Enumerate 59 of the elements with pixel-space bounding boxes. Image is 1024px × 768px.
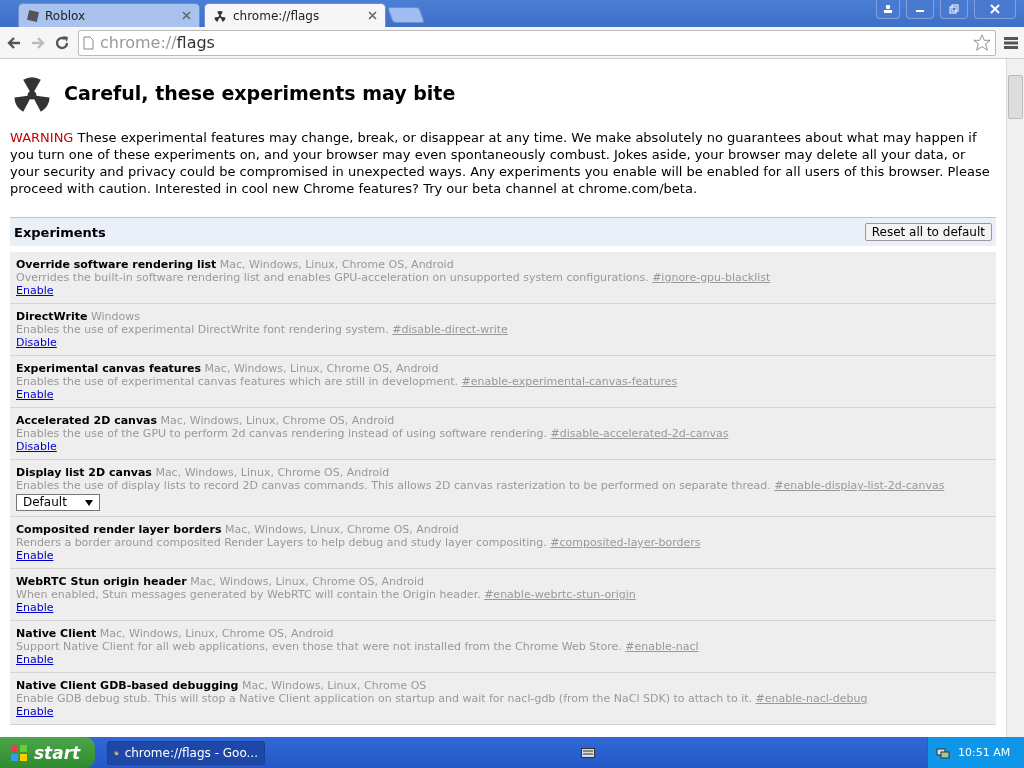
restore-icon xyxy=(949,4,959,14)
toggle-link[interactable]: Enable xyxy=(16,549,54,562)
experiment-description: Enable GDB debug stub. This will stop a Native Client application on startup and wait for nacl-gdb (from the NaCl SDK) to attach to it. #enable-nacl-debug xyxy=(16,692,869,705)
experiment-title: Native Client Mac, Windows, Linux, Chrome OS, Android xyxy=(16,627,335,640)
reload-icon[interactable] xyxy=(54,34,70,51)
experiment-description: Renders a border around composited Render Layers to help debug and study layer compositing. #composited-layer-borders xyxy=(16,536,702,549)
toggle-link[interactable]: Enable xyxy=(16,388,54,401)
experiment-description: Enables the use of experimental DirectWrite font rendering system. #disable-direct-write xyxy=(16,323,509,336)
windows-logo-icon xyxy=(10,743,28,762)
warning-text: WARNING These experimental features may change, break, or disappear at any time. We make absolutely no guarantees about what may happen if you turn one of these experiments on, and your browser may even spontaneously combust. Jokes aside, your browser may delete all your data, or your security and privacy could be compromised in unexpected ways. Any experiments you enable will be enabled for all users of this browser. Please proceed with caution. Interested in cool new Chrome features? Try our beta channel at chrome.com/beta. xyxy=(10,129,991,197)
profile-button[interactable] xyxy=(876,0,900,19)
browser-tab[interactable]: chrome://flags xyxy=(204,3,386,27)
taskbar-task[interactable]: chrome://flags - Goo... xyxy=(107,740,265,765)
minimize-button[interactable] xyxy=(906,0,934,19)
restore-button[interactable] xyxy=(940,0,968,19)
experiment-description: When enabled, Stun messages generated by WebRTC will contain the Origin header. #enable-webrtc-stun-origin xyxy=(16,588,637,601)
experiment-description: Overrides the built-in software rendering list and enables GPU-acceleration on unsupported system configurations. #ignore-gpu-blacklist xyxy=(16,271,772,284)
option-select[interactable]: Default xyxy=(16,494,100,511)
experiment-description: Enables the use of display lists to record 2D canvas commands. This allows 2D canvas rasterization to be performed on separate thread. #enable-display-list-2d-canvas xyxy=(16,479,946,492)
reset-button[interactable]: Reset all to default xyxy=(864,223,992,241)
experiment-title: DirectWrite Windows xyxy=(16,310,142,323)
roblox-icon xyxy=(27,9,39,22)
address-bar[interactable]: chrome://flags xyxy=(78,29,996,56)
toggle-link[interactable]: Disable xyxy=(16,440,57,453)
clock: 10:51 AM xyxy=(958,746,1011,759)
page-title: Careful, these experiments may bite xyxy=(64,82,456,104)
experiment-description: Support Native Client for all web applications, even those that were not installed from the Chrome Web Store. #enable-nacl xyxy=(16,640,700,653)
star-icon[interactable] xyxy=(973,33,991,52)
menu-icon[interactable] xyxy=(1004,35,1018,50)
start-button[interactable]: start xyxy=(0,737,95,768)
close-icon[interactable] xyxy=(368,11,377,20)
experiment-description: Enables the use of experimental canvas features which are still in development. #enable-experimental-canvas-features xyxy=(16,375,679,388)
network-icon[interactable] xyxy=(936,745,950,760)
experiments-title: Experiments xyxy=(14,224,106,240)
experiment-title: WebRTC Stun origin header Mac, Windows, Linux, Chrome OS, Android xyxy=(16,575,425,588)
close-icon[interactable] xyxy=(182,11,191,20)
experiment-title: Composited render layer borders Mac, Windows, Linux, Chrome OS, Android xyxy=(16,523,460,536)
dropdown-icon xyxy=(84,499,93,506)
radiation-icon xyxy=(213,8,227,23)
experiment-title: Native Client GDB-based debugging Mac, Windows, Linux, Chrome OS xyxy=(16,679,428,692)
person-icon xyxy=(883,4,893,14)
keyboard-icon[interactable] xyxy=(581,747,595,758)
browser-tab[interactable]: Roblox xyxy=(18,3,200,27)
close-icon xyxy=(990,4,1000,14)
experiment-title: Override software rendering list Mac, Windows, Linux, Chrome OS, Android xyxy=(16,258,455,271)
scrollbar[interactable] xyxy=(1006,59,1024,737)
experiment-title: Experimental canvas features Mac, Windows, Linux, Chrome OS, Android xyxy=(16,362,440,375)
back-icon[interactable] xyxy=(6,34,22,51)
close-window-button[interactable] xyxy=(974,0,1016,19)
new-tab-button[interactable] xyxy=(387,7,425,23)
experiment-description: Enables the use of the GPU to perform 2d canvas rendering instead of using software rendering. #disable-accelerated-2d-canvas xyxy=(16,427,730,440)
toggle-link[interactable]: Enable xyxy=(16,705,54,718)
toggle-link[interactable]: Disable xyxy=(16,336,57,349)
toggle-link[interactable]: Enable xyxy=(16,284,54,297)
toggle-link[interactable]: Enable xyxy=(16,601,54,614)
experiment-title: Display list 2D canvas Mac, Windows, Linux, Chrome OS, Android xyxy=(16,466,391,479)
page-icon xyxy=(83,35,94,50)
experiment-title: Accelerated 2D canvas Mac, Windows, Linux, Chrome OS, Android xyxy=(16,414,396,427)
toggle-link[interactable]: Enable xyxy=(16,653,54,666)
